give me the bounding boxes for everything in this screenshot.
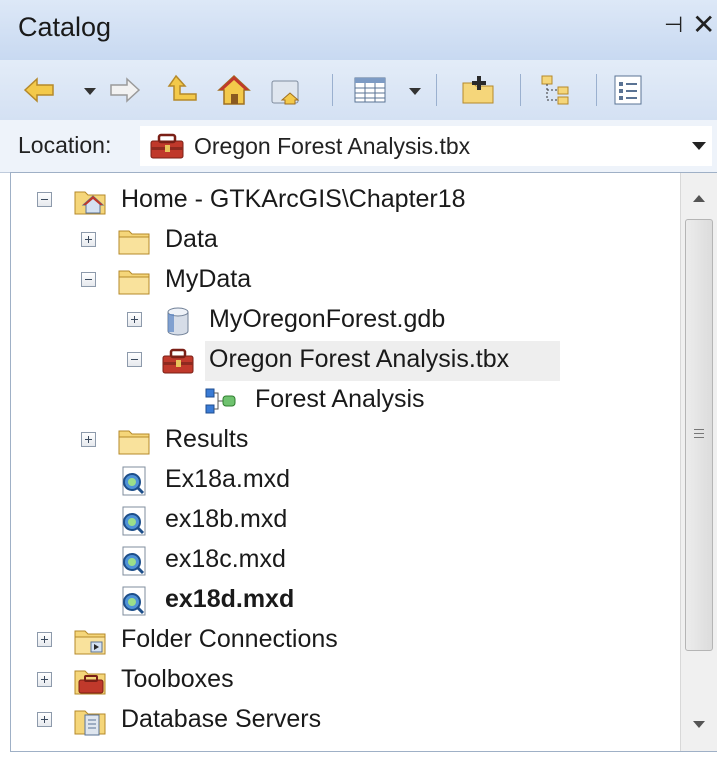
model-icon [205,388,236,414]
tree-item-label: ex18d.mxd [165,585,295,613]
tree-item-label: Oregon Forest Analysis.tbx [209,345,510,373]
tree-item-label: Home - GTKArcGIS\Chapter18 [121,185,466,213]
home-folder-icon [74,191,106,215]
connect-folder-icon [271,80,300,105]
pin-icon[interactable]: ⊣ [664,12,683,38]
new-item-button[interactable] [460,70,496,110]
back-dropdown-button[interactable] [84,88,96,95]
up-level-icon [167,74,197,101]
catalog-tree: Home - GTKArcGIS\Chapter18 Data MyData M… [10,172,717,752]
tree-item-label: ex18b.mxd [165,505,288,533]
back-arrow-icon [23,77,54,103]
home-icon [217,74,251,105]
tree-item-label: MyData [165,265,252,293]
map-document-icon [122,506,146,536]
tree-item-toolboxes[interactable]: Toolboxes [11,661,716,701]
options-button[interactable] [610,70,646,110]
tree-item-label: Database Servers [121,705,322,733]
tree-item-label: Ex18a.mxd [165,465,291,493]
tree-item-folder-connections[interactable]: Folder Connections [11,621,716,661]
expand-toggle[interactable] [81,432,96,447]
location-label: Location: [18,132,112,158]
location-combobox[interactable]: Oregon Forest Analysis.tbx [140,126,712,166]
toggle-contents-button[interactable] [538,70,574,110]
vertical-scrollbar[interactable] [680,173,717,751]
collapse-toggle[interactable] [81,272,96,287]
tree-item-mydata[interactable]: MyData [11,261,716,301]
expand-toggle[interactable] [81,232,96,247]
tree-item-results[interactable]: Results [11,421,716,461]
scrollbar-thumb[interactable] [685,219,713,651]
tree-item-label: ex18c.mxd [165,545,286,573]
folder-icon [118,230,150,255]
tree-item-map-document[interactable]: Ex18a.mxd [11,461,716,501]
tree-item-label: MyOregonForest.gdb [209,305,446,333]
forward-arrow-icon [110,77,141,103]
tree-item-toolbox-selected[interactable]: Oregon Forest Analysis.tbx [11,341,716,381]
toolboxes-icon [74,670,106,695]
map-document-icon [122,546,146,576]
toolbar [0,60,717,120]
chevron-down-icon[interactable] [692,142,706,150]
scroll-up-icon[interactable] [693,195,705,202]
collapse-toggle[interactable] [37,192,52,207]
folder-icon [118,430,150,455]
tree-view-icon [541,75,569,105]
collapse-toggle[interactable] [127,352,142,367]
home-button[interactable] [216,70,252,110]
scroll-down-icon[interactable] [693,721,705,728]
tree-item-database-servers[interactable]: Database Servers [11,701,716,741]
expand-toggle[interactable] [37,632,52,647]
close-icon[interactable]: ✕ [692,8,715,41]
map-document-icon [122,466,146,496]
toolbox-icon [162,348,194,374]
toolbox-icon [150,133,184,159]
tree-item-label: Forest Analysis [255,385,425,413]
expand-toggle[interactable] [127,312,142,327]
map-document-icon [122,586,146,616]
tree-item-geodatabase[interactable]: MyOregonForest.gdb [11,301,716,341]
view-dropdown-button[interactable] [409,88,421,95]
folder-icon [118,270,150,295]
tree-item-map-document[interactable]: ex18b.mxd [11,501,716,541]
list-options-icon [614,75,642,105]
tree-item-data[interactable]: Data [11,221,716,261]
tree-item-label: Data [165,225,218,253]
forward-button[interactable] [106,70,142,110]
expand-toggle[interactable] [37,672,52,687]
database-servers-icon [74,710,106,736]
title-bar: Catalog ⊣ ✕ [0,0,717,60]
geodatabase-icon [167,307,189,336]
tree-item-map-document[interactable]: ex18c.mxd [11,541,716,581]
table-view-icon [354,77,386,103]
location-bar: Location: Oregon Forest Analysis.tbx [0,120,717,173]
tree-item-map-document-active[interactable]: ex18d.mxd [11,581,716,621]
tree-item-label: Folder Connections [121,625,338,653]
tree-item-model[interactable]: Forest Analysis [11,381,716,421]
panel-title: Catalog [18,12,112,42]
up-level-button[interactable] [166,70,202,110]
tree-item-label: Toolboxes [121,665,234,693]
tree-item-home[interactable]: Home - GTKArcGIS\Chapter18 [11,181,716,221]
new-folder-icon [462,76,494,104]
location-value: Oregon Forest Analysis.tbx [194,133,471,159]
folder-connections-icon [74,630,106,655]
tree-item-label: Results [165,425,249,453]
view-options-button[interactable] [352,70,388,110]
expand-toggle[interactable] [37,712,52,727]
connect-folder-button[interactable] [268,70,304,110]
back-button[interactable] [22,70,58,110]
